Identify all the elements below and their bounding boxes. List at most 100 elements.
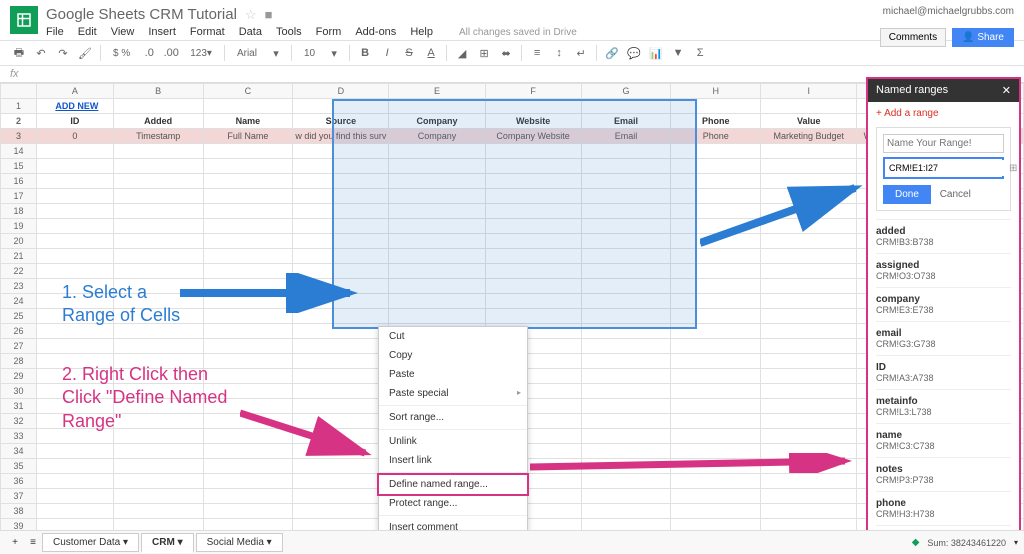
cell[interactable] <box>581 249 671 264</box>
cell[interactable]: Email <box>581 129 671 144</box>
cell[interactable] <box>36 504 113 519</box>
cell[interactable] <box>671 414 761 429</box>
cell[interactable] <box>389 219 485 234</box>
cell[interactable] <box>581 399 671 414</box>
cell[interactable] <box>203 249 293 264</box>
comments-button[interactable]: Comments <box>880 28 946 47</box>
cell[interactable] <box>113 159 203 174</box>
cell[interactable] <box>581 474 671 489</box>
cell[interactable] <box>389 174 485 189</box>
cell[interactable] <box>389 294 485 309</box>
context-menu-item[interactable]: Paste special <box>379 384 527 403</box>
cell[interactable]: 0 <box>36 129 113 144</box>
explore-icon[interactable]: ◆ <box>912 537 920 548</box>
cell[interactable] <box>485 249 581 264</box>
done-button[interactable]: Done <box>883 185 931 204</box>
cell[interactable] <box>581 414 671 429</box>
cell[interactable] <box>671 474 761 489</box>
text-color-icon[interactable]: A <box>422 44 440 62</box>
cell[interactable] <box>293 369 389 384</box>
cell[interactable] <box>485 204 581 219</box>
cell[interactable] <box>761 339 857 354</box>
cell[interactable] <box>761 414 857 429</box>
col-header[interactable]: H <box>671 84 761 99</box>
cell[interactable]: Marketing Budget <box>761 129 857 144</box>
col-header[interactable]: G <box>581 84 671 99</box>
cell[interactable] <box>761 159 857 174</box>
cell[interactable] <box>113 444 203 459</box>
cell[interactable] <box>671 429 761 444</box>
column-header[interactable]: Name <box>203 114 293 129</box>
cell[interactable]: Full Name <box>203 129 293 144</box>
cell[interactable] <box>389 189 485 204</box>
cell[interactable] <box>671 294 761 309</box>
cell[interactable] <box>389 204 485 219</box>
menu-view[interactable]: View <box>111 26 135 38</box>
cell[interactable] <box>36 459 113 474</box>
cell[interactable] <box>113 189 203 204</box>
menu-form[interactable]: Form <box>316 26 342 38</box>
cell[interactable]: Timestamp <box>113 129 203 144</box>
cell[interactable] <box>389 234 485 249</box>
cell[interactable] <box>36 234 113 249</box>
cell[interactable] <box>671 384 761 399</box>
named-range-item[interactable]: phoneCRM!H3:H738 <box>876 491 1011 525</box>
star-icon[interactable]: ☆ <box>245 7 257 23</box>
cell[interactable] <box>293 219 389 234</box>
borders-icon[interactable]: ⊞ <box>475 44 493 62</box>
cell[interactable] <box>389 144 485 159</box>
cell[interactable] <box>485 309 581 324</box>
cancel-button[interactable]: Cancel <box>940 189 971 200</box>
col-header[interactable]: D <box>293 84 389 99</box>
add-new-link[interactable]: ADD NEW <box>36 99 113 114</box>
context-menu-item[interactable]: Paste <box>379 365 527 384</box>
cell[interactable] <box>113 204 203 219</box>
cell[interactable] <box>36 444 113 459</box>
column-header[interactable]: Source <box>293 114 389 129</box>
all-sheets-icon[interactable]: ≡ <box>24 534 42 552</box>
cell[interactable] <box>203 144 293 159</box>
cell[interactable] <box>581 159 671 174</box>
range-ref-input[interactable] <box>886 160 1009 176</box>
cell[interactable] <box>293 474 389 489</box>
cell[interactable] <box>761 474 857 489</box>
link-icon[interactable]: 🔗 <box>603 44 621 62</box>
cell[interactable] <box>113 234 203 249</box>
cell[interactable] <box>293 174 389 189</box>
context-menu-item[interactable]: Copy <box>379 346 527 365</box>
cell[interactable] <box>761 144 857 159</box>
cell[interactable] <box>485 189 581 204</box>
col-header[interactable]: F <box>485 84 581 99</box>
col-header[interactable]: A <box>36 84 113 99</box>
cell[interactable] <box>113 174 203 189</box>
chevron-down-icon[interactable]: ▾ <box>325 44 343 62</box>
share-button[interactable]: 👤 Share <box>952 28 1014 47</box>
sum-display[interactable]: Sum: 38243461220 <box>927 538 1006 548</box>
cell[interactable] <box>36 474 113 489</box>
menu-addons[interactable]: Add-ons <box>355 26 396 38</box>
named-range-item[interactable]: companyCRM!E3:E738 <box>876 287 1011 321</box>
cell[interactable] <box>36 189 113 204</box>
menu-tools[interactable]: Tools <box>276 26 302 38</box>
cell[interactable] <box>113 504 203 519</box>
col-header[interactable]: E <box>389 84 485 99</box>
cell[interactable] <box>581 504 671 519</box>
menu-format[interactable]: Format <box>190 26 225 38</box>
cell[interactable] <box>581 369 671 384</box>
strike-icon[interactable]: S <box>400 44 418 62</box>
cell[interactable] <box>581 189 671 204</box>
cell[interactable] <box>485 144 581 159</box>
folder-icon[interactable]: ■ <box>265 7 273 22</box>
cell[interactable] <box>293 189 389 204</box>
cell[interactable] <box>581 144 671 159</box>
cell[interactable] <box>581 489 671 504</box>
cell[interactable] <box>761 489 857 504</box>
cell[interactable] <box>293 504 389 519</box>
cell[interactable] <box>203 324 293 339</box>
named-range-item[interactable]: assignedCRM!O3:O738 <box>876 253 1011 287</box>
cell[interactable] <box>293 354 389 369</box>
named-range-item[interactable]: metainfoCRM!L3:L738 <box>876 389 1011 423</box>
close-icon[interactable]: ✕ <box>1002 84 1011 97</box>
column-header[interactable]: ID <box>36 114 113 129</box>
fill-color-icon[interactable]: ◢ <box>453 44 471 62</box>
